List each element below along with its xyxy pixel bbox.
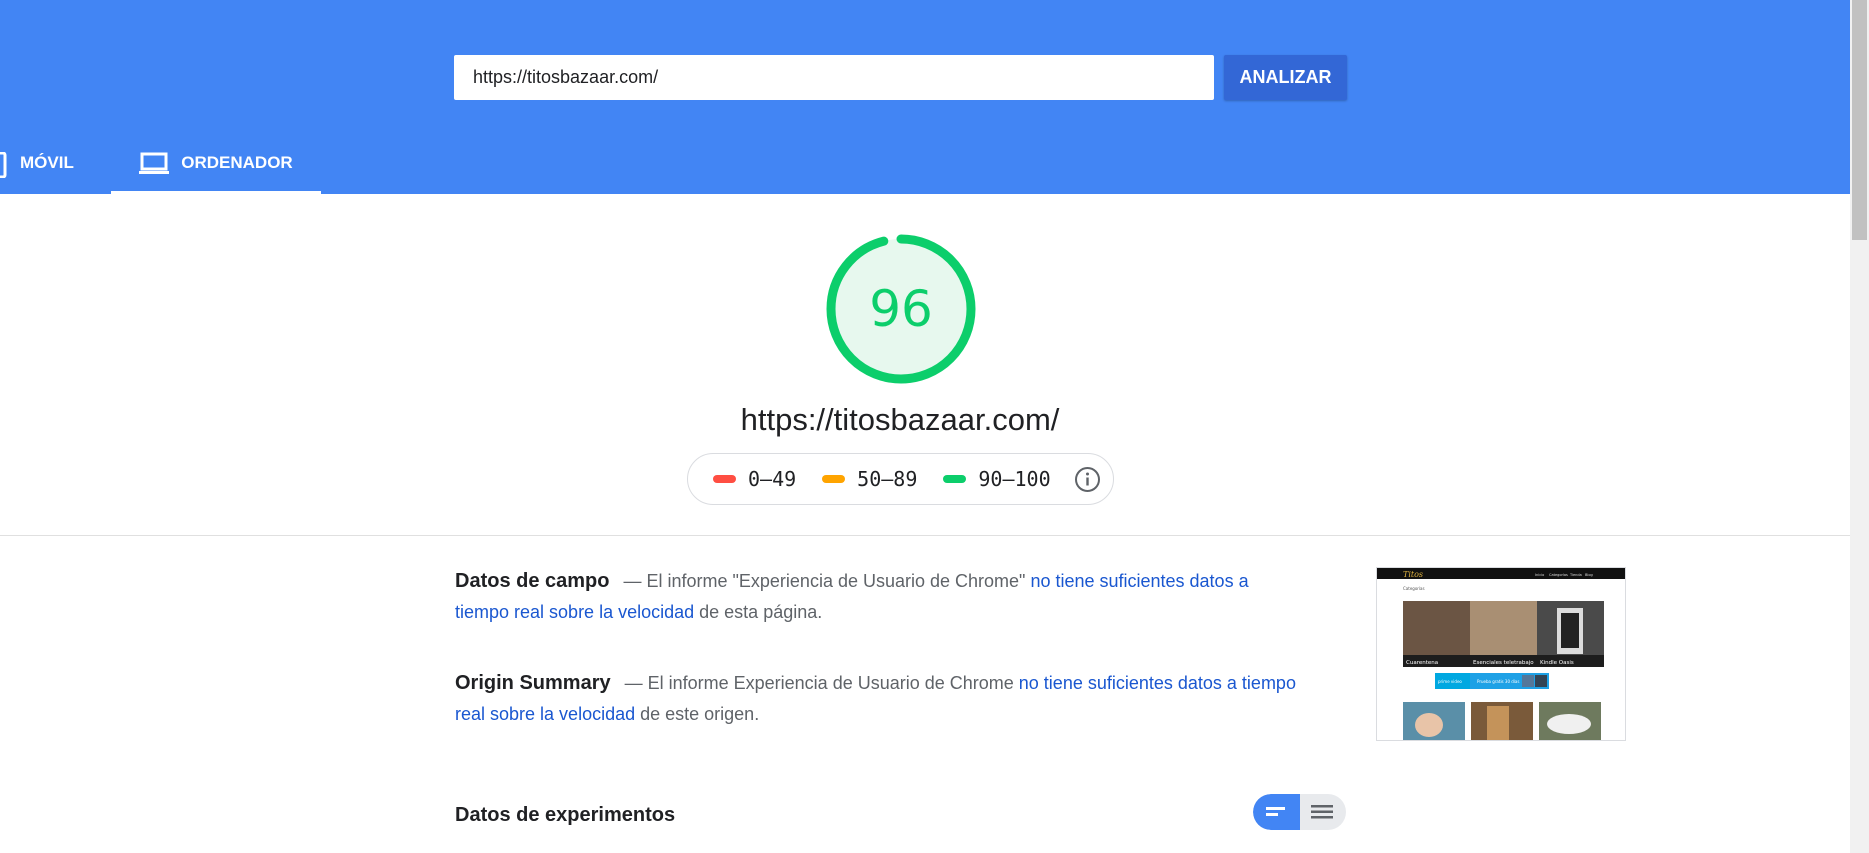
url-input[interactable] — [454, 55, 1214, 100]
thumb-nav-item: Blog — [1585, 573, 1593, 577]
origin-summary-text-end: de este origen. — [635, 704, 760, 724]
score-value: 96 — [869, 280, 933, 338]
thumb-nav-item: Inicio — [1535, 573, 1544, 577]
view-toggle[interactable] — [1253, 794, 1346, 830]
thumb-heading: Categorías — [1403, 586, 1425, 591]
thumb-tile-label: Esenciales teletrabajo — [1473, 660, 1534, 666]
list-lines-icon — [1311, 805, 1333, 819]
legend-item-fail: 0–49 — [713, 467, 796, 491]
thumb-tile-label: Cuarentena — [1406, 660, 1438, 666]
origin-summary-text: — El informe Experiencia de Usuario de C… — [624, 673, 1019, 693]
analyze-button[interactable]: ANALIZAR — [1224, 55, 1347, 100]
header-bar: ANALIZAR MÓVIL ORDENADOR — [0, 0, 1850, 194]
lab-data-title: Datos de experimentos — [455, 804, 676, 826]
legend-label: 50–89 — [857, 467, 918, 491]
thumb-banner-label: Prueba gratis 30 días — [1477, 679, 1519, 684]
thumb-nav-item: Categorías — [1549, 573, 1568, 577]
scrollbar-thumb[interactable] — [1852, 0, 1867, 240]
laptop-icon — [139, 140, 170, 176]
field-data-section: Datos de campo — El informe "Experiencia … — [455, 566, 1305, 628]
thumb-nav-item: Tienda — [1569, 573, 1582, 577]
legend-swatch-green — [943, 475, 967, 483]
performance-score-gauge: 96 — [823, 231, 979, 387]
legend-label: 90–100 — [978, 467, 1051, 491]
short-lines-icon — [1266, 807, 1285, 816]
legend-item-pass: 90–100 — [943, 467, 1051, 491]
scrollbar[interactable] — [1850, 0, 1869, 853]
legend-swatch-red — [713, 475, 736, 483]
tab-mobile[interactable]: MÓVIL — [0, 140, 94, 192]
origin-summary-title: Origin Summary — [455, 672, 611, 694]
toggle-view-detailed[interactable] — [1300, 794, 1346, 830]
field-data-title: Datos de campo — [455, 570, 610, 592]
legend-label: 0–49 — [748, 467, 797, 491]
field-data-text: — El informe "Experiencia de Usuario de … — [623, 571, 1031, 591]
info-icon[interactable] — [1074, 466, 1101, 493]
field-data-text-end: de esta página. — [694, 602, 823, 622]
thumb-tile-label: Kindle Oasis — [1540, 660, 1574, 666]
score-legend: 0–49 50–89 90–100 — [687, 453, 1114, 505]
origin-summary-section: Origin Summary — El informe Experiencia d… — [455, 668, 1305, 730]
legend-item-average: 50–89 — [822, 467, 917, 491]
tab-mobile-label: MÓVIL — [20, 153, 74, 172]
phone-icon — [0, 140, 8, 178]
analyzed-url: https://titosbazaar.com/ — [740, 402, 1060, 437]
tab-desktop[interactable]: ORDENADOR — [111, 140, 321, 194]
legend-swatch-orange — [822, 475, 846, 483]
page-screenshot-thumbnail: Titos Inicio Categorías Tienda Blog Cate… — [1376, 567, 1626, 741]
thumb-banner-label: prime video — [1438, 679, 1462, 684]
divider — [0, 535, 1850, 536]
page: ANALIZAR MÓVIL ORDENADOR 96 — [0, 0, 1869, 853]
tab-desktop-label: ORDENADOR — [181, 153, 293, 172]
thumb-logo: Titos — [1403, 570, 1423, 579]
toggle-view-summary[interactable] — [1253, 794, 1300, 830]
